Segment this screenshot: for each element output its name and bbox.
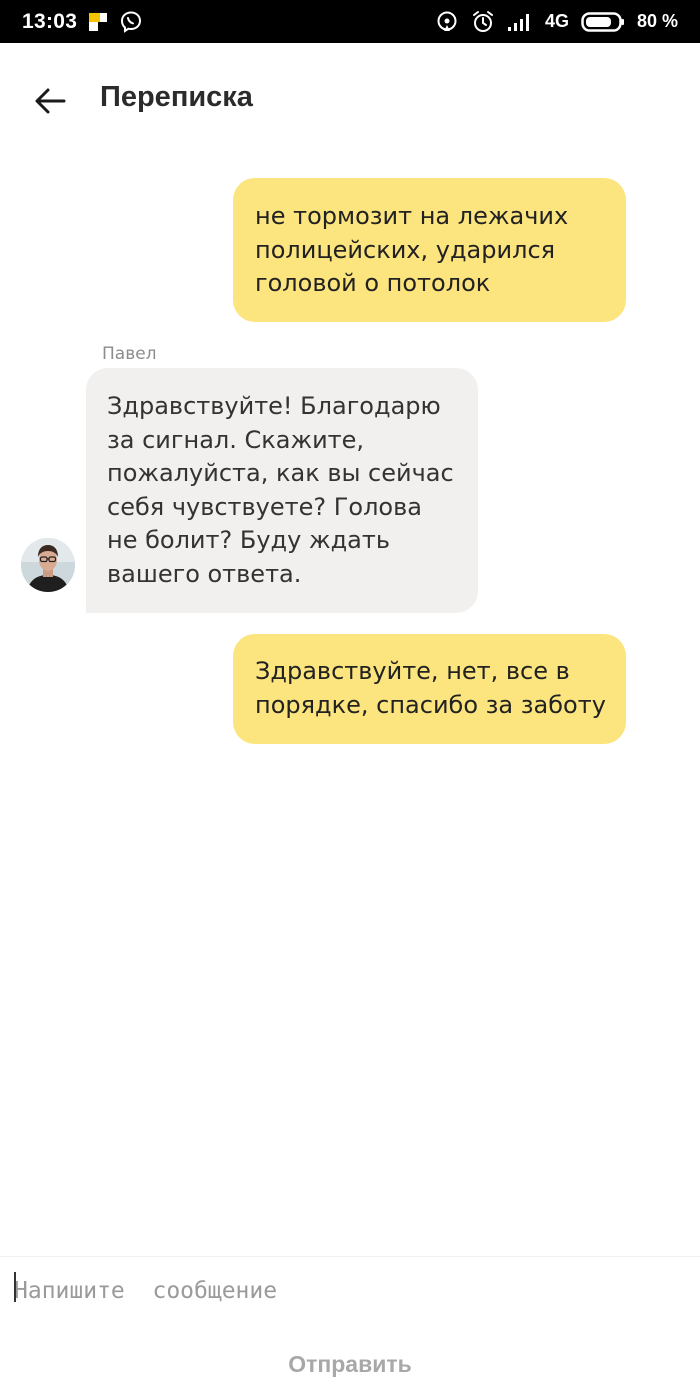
app-header: Переписка	[0, 43, 700, 158]
arrow-left-icon	[35, 88, 66, 114]
status-bar-right: 4G 80 %	[435, 10, 678, 34]
status-time: 13:03	[22, 9, 78, 33]
status-bar: 13:03 4G 80 %	[0, 0, 700, 43]
back-button[interactable]	[32, 83, 68, 119]
network-type: 4G	[544, 11, 569, 31]
viber-icon	[119, 10, 143, 34]
hotspot-icon	[435, 10, 459, 34]
outgoing-message: Здравствуйте, нет, все в порядке, спасиб…	[233, 634, 626, 744]
alarm-icon	[471, 10, 495, 34]
page-title: Переписка	[100, 81, 253, 113]
battery-icon	[581, 11, 625, 33]
avatar[interactable]	[21, 538, 75, 592]
signal-icon	[507, 12, 533, 32]
yandex-taxi-icon	[89, 12, 108, 31]
text-cursor	[14, 1272, 16, 1302]
send-button[interactable]: Отправить	[0, 1351, 700, 1378]
outgoing-message: не тормозит на лежачих полицейских, удар…	[233, 178, 626, 322]
status-bar-left: 13:03	[22, 10, 143, 34]
battery-percent: 80 %	[636, 11, 678, 31]
message-input[interactable]	[14, 1271, 674, 1311]
incoming-message: Здравствуйте! Благодарю за сигнал. Скажи…	[86, 368, 478, 613]
message-composer: Отправить	[0, 1256, 700, 1400]
sender-name: Павел	[102, 344, 157, 364]
